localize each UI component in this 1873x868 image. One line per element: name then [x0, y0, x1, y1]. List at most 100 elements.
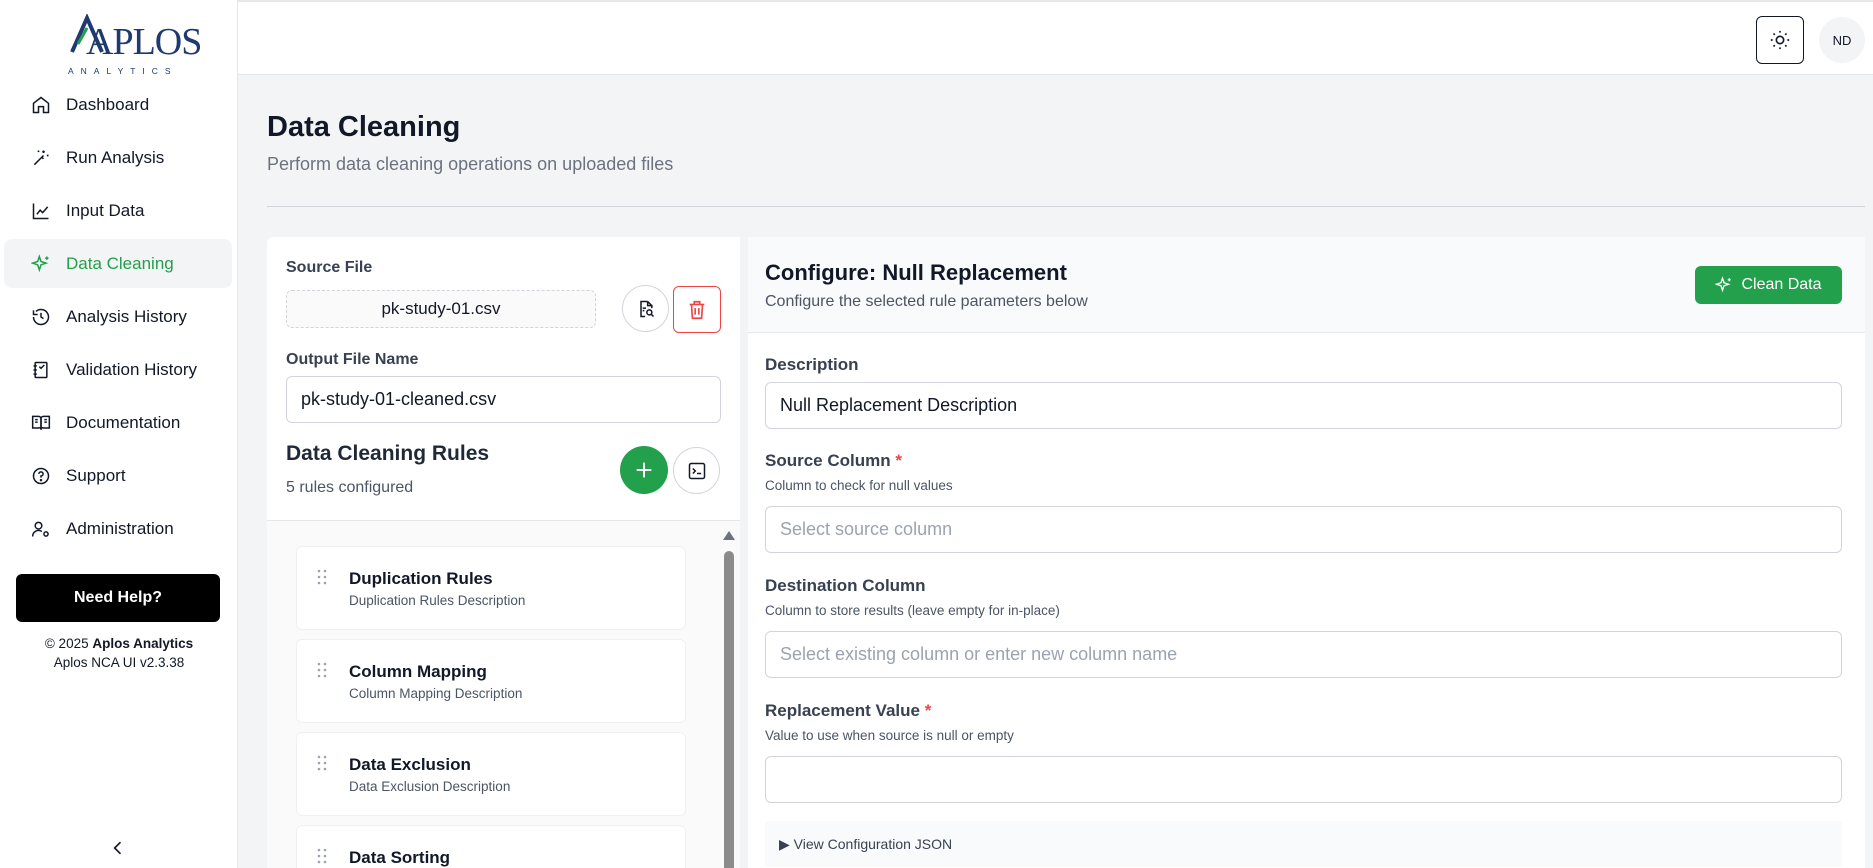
required-marker: * — [924, 701, 932, 720]
output-file-input[interactable] — [286, 376, 721, 423]
rules-list: Duplication Rules Duplication Rules Desc… — [267, 521, 740, 868]
source-column-help: Column to check for null values — [765, 478, 953, 493]
sidebar-item-label: Run Analysis — [66, 147, 165, 167]
page-subtitle: Perform data cleaning operations on uplo… — [267, 154, 674, 174]
sidebar-item-label: Analysis History — [66, 306, 187, 326]
description-label: Description — [765, 355, 859, 374]
rule-name: Column Mapping — [349, 662, 487, 681]
description-input[interactable] — [765, 382, 1842, 429]
rule-name: Data Exclusion — [349, 755, 471, 774]
help-circle-icon — [30, 465, 52, 487]
rules-count: 5 rules configured — [286, 479, 414, 496]
destination-column-help: Column to store results (leave empty for… — [765, 603, 1060, 618]
chevron-left-icon — [113, 841, 122, 855]
copyright: © 2025 Aplos Analytics Aplos NCA UI v2.3… — [0, 634, 238, 672]
scrollbar-thumb[interactable] — [724, 551, 734, 868]
user-cog-icon — [30, 518, 52, 540]
book-icon — [30, 412, 52, 434]
drag-handle-icon[interactable] — [317, 755, 327, 771]
sidebar-item-label: Data Cleaning — [66, 253, 174, 273]
main-content: Data Cleaning Perform data cleaning oper… — [238, 75, 1873, 868]
home-icon — [30, 94, 52, 116]
destination-column-input[interactable] — [765, 631, 1842, 678]
sidebar-item-validation-history[interactable]: Validation History — [4, 345, 232, 394]
rule-card[interactable]: Column Mapping Column Mapping Descriptio… — [296, 639, 686, 723]
divider — [267, 206, 1865, 207]
collapse-sidebar-button[interactable] — [108, 838, 128, 858]
plus-icon — [636, 462, 652, 478]
logo-tagline: ANALYTICS — [68, 66, 178, 76]
preview-file-button[interactable] — [622, 285, 669, 332]
copyright-prefix: © 2025 — [44, 636, 93, 651]
delete-file-button[interactable] — [673, 286, 721, 333]
config-header: Configure: Null Replacement Configure th… — [748, 237, 1865, 333]
sidebar-item-label: Validation History — [66, 359, 198, 379]
replacement-value-label: Replacement Value * — [765, 701, 931, 721]
rules-panel: Source File pk-study-01.csv Output File … — [267, 237, 740, 868]
rule-name: Duplication Rules — [349, 569, 493, 588]
trash-icon — [689, 300, 705, 319]
add-rule-button[interactable] — [620, 446, 668, 494]
drag-handle-icon[interactable] — [317, 569, 327, 585]
rule-config-panel: Configure: Null Replacement Configure th… — [748, 237, 1865, 868]
top-bar: ND — [238, 0, 1873, 75]
need-help-button[interactable]: Need Help? — [16, 574, 220, 622]
app-version: Aplos NCA UI v2.3.38 — [53, 655, 185, 670]
rule-card[interactable]: Data Sorting — [296, 825, 686, 868]
wand-icon — [30, 147, 52, 169]
sidebar-item-label: Support — [66, 465, 126, 485]
source-column-select[interactable] — [765, 506, 1842, 553]
terminal-button[interactable] — [673, 447, 720, 494]
replacement-value-input[interactable] — [765, 756, 1842, 803]
rule-card[interactable]: Data Exclusion Data Exclusion Descriptio… — [296, 732, 686, 816]
clean-data-label: Clean Data — [1741, 276, 1822, 293]
copyright-company: Aplos Analytics — [92, 636, 194, 651]
sidebar-item-label: Dashboard — [66, 94, 150, 114]
sidebar-item-label: Input Data — [66, 200, 145, 220]
clean-data-button[interactable]: Clean Data — [1695, 266, 1842, 304]
sidebar-item-support[interactable]: Support — [4, 451, 232, 500]
replacement-value-help: Value to use when source is null or empt… — [765, 728, 1014, 743]
file-search-icon — [639, 300, 654, 317]
sidebar-item-label: Administration — [66, 518, 174, 538]
required-marker: * — [895, 451, 902, 470]
sidebar-item-input-data[interactable]: Input Data — [4, 186, 232, 235]
history-icon — [30, 306, 52, 328]
sidebar-item-label: Documentation — [66, 412, 181, 432]
source-column-label: Source Column * — [765, 451, 902, 471]
notebook-icon — [30, 359, 52, 381]
rules-title: Data Cleaning Rules — [286, 442, 490, 465]
sidebar-item-administration[interactable]: Administration — [4, 504, 232, 553]
rule-description: Column Mapping Description — [349, 686, 523, 701]
sun-icon — [1770, 30, 1790, 50]
rules-scrollbar[interactable] — [723, 531, 735, 868]
logo-wordmark: APLOS — [86, 21, 202, 63]
sidebar-item-documentation[interactable]: Documentation — [4, 398, 232, 447]
sidebar-item-data-cleaning[interactable]: Data Cleaning — [4, 239, 232, 288]
rule-description: Duplication Rules Description — [349, 593, 526, 608]
sparkles-icon — [1715, 276, 1732, 293]
drag-handle-icon[interactable] — [317, 662, 327, 678]
drag-handle-icon[interactable] — [317, 848, 327, 864]
theme-toggle-button[interactable] — [1756, 16, 1804, 64]
sidebar-item-analysis-history[interactable]: Analysis History — [4, 292, 232, 341]
terminal-icon — [688, 462, 705, 479]
source-file-box[interactable]: pk-study-01.csv — [286, 290, 596, 328]
source-file-label: Source File — [286, 259, 373, 276]
view-config-json-toggle[interactable]: ▶ View Configuration JSON — [765, 821, 1842, 867]
replacement-value-label-text: Replacement Value — [765, 701, 920, 720]
scroll-up-icon[interactable] — [723, 531, 735, 540]
rule-description: Data Exclusion Description — [349, 779, 511, 794]
page-title: Data Cleaning — [267, 111, 461, 143]
avatar[interactable]: ND — [1819, 17, 1865, 63]
sidebar-item-run-analysis[interactable]: Run Analysis — [4, 133, 232, 182]
config-subtitle: Configure the selected rule parameters b… — [765, 293, 1088, 310]
aplos-logo[interactable]: APLOS ANALYTICS — [64, 14, 202, 76]
rule-name: Data Sorting — [349, 848, 451, 867]
source-column-label-text: Source Column — [765, 451, 891, 470]
sidebar-nav: Dashboard Run Analysis Input Data Data C… — [4, 80, 232, 557]
sidebar: APLOS ANALYTICS Dashboard Run Analysis I… — [0, 0, 238, 868]
sidebar-item-dashboard[interactable]: Dashboard — [4, 80, 232, 129]
rule-card[interactable]: Duplication Rules Duplication Rules Desc… — [296, 546, 686, 630]
line-chart-icon — [30, 200, 52, 222]
